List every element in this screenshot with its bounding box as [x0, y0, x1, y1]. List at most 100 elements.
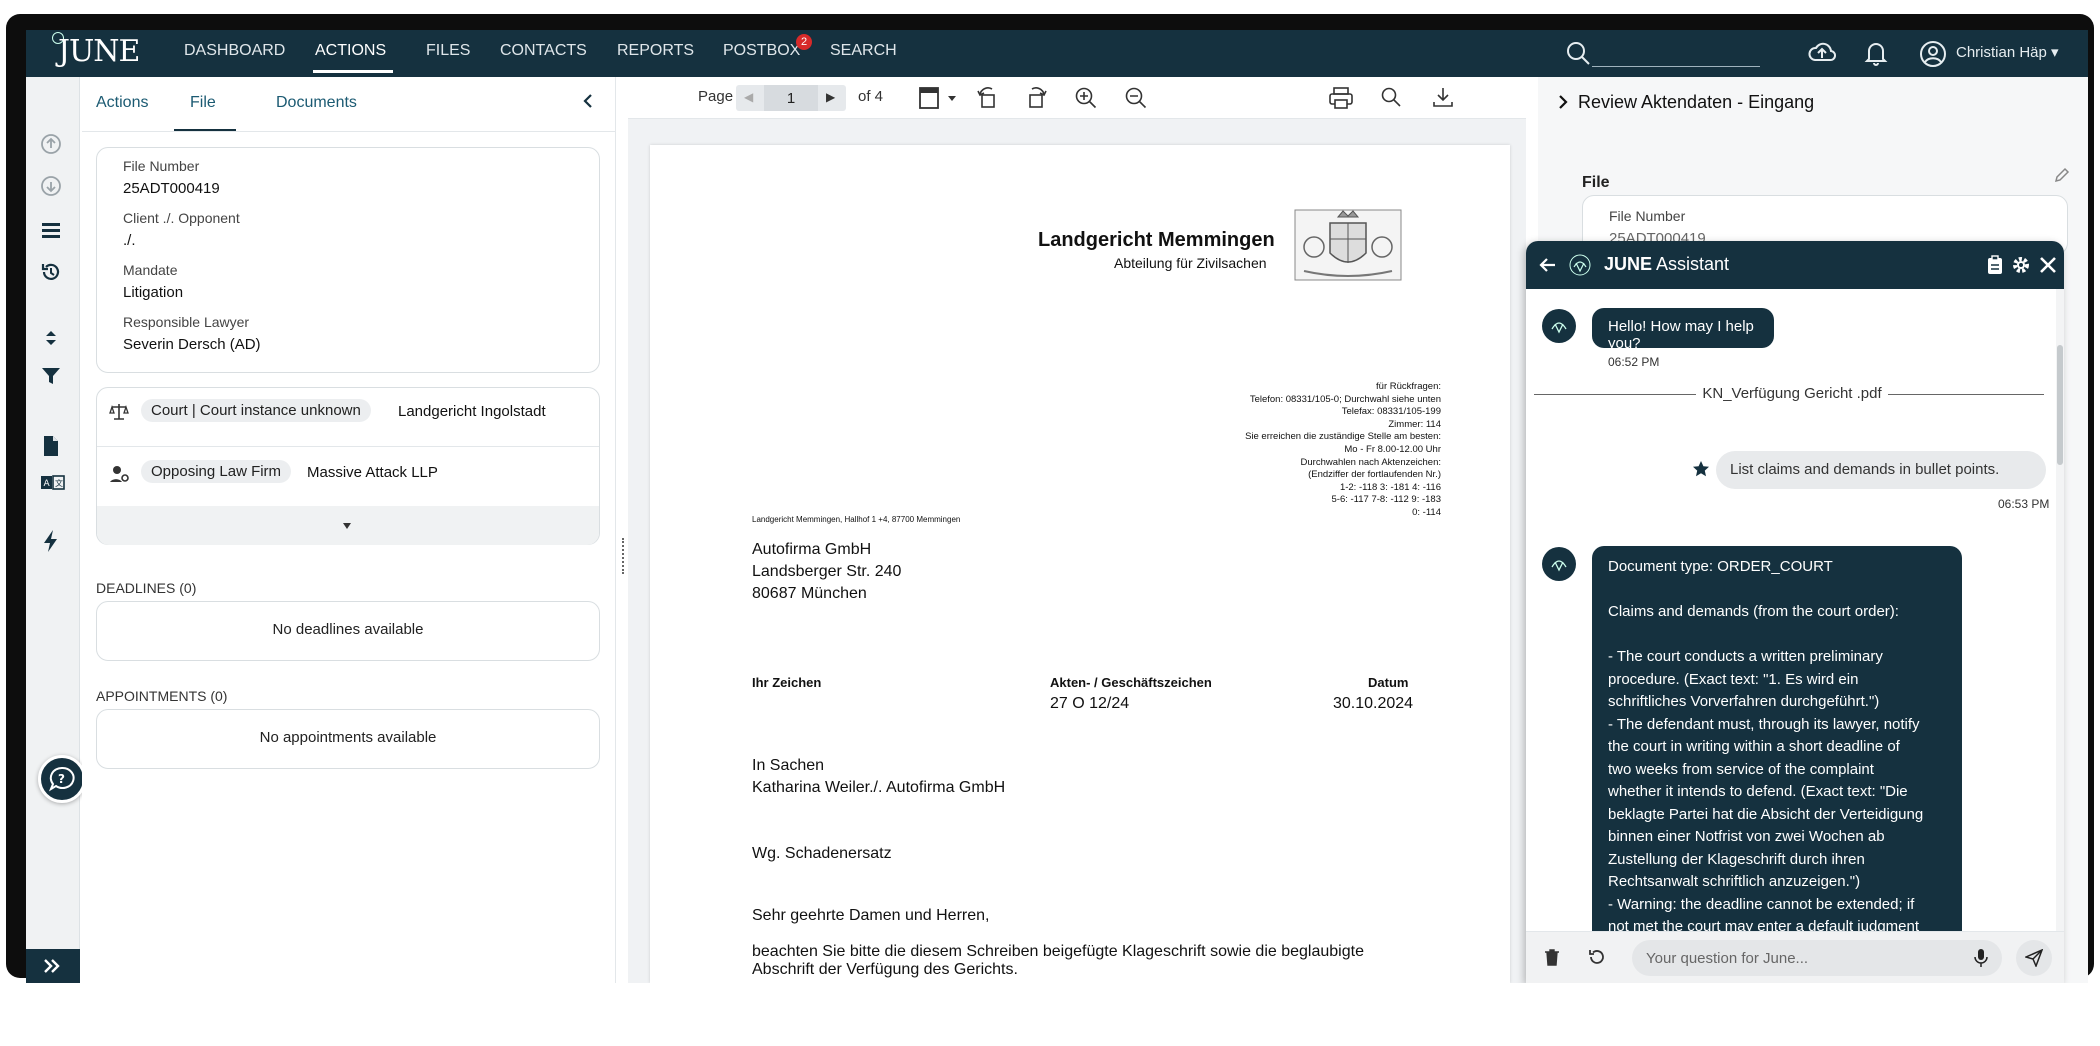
user-menu[interactable]: Christian Häp ▾ [1956, 43, 2059, 61]
message-timestamp: 06:52 PM [1608, 355, 1660, 369]
address-line: 80687 München [752, 585, 867, 602]
double-chevron-right-icon [44, 959, 60, 973]
translate-icon[interactable]: A文 [40, 473, 66, 493]
reset-icon[interactable] [1588, 948, 1606, 966]
nav-postbox[interactable]: POSTBOX [723, 42, 800, 60]
tab-actions[interactable]: Actions [96, 94, 148, 112]
deadlines-empty-text: No deadlines available [272, 621, 424, 638]
user-avatar-icon[interactable] [1919, 40, 1947, 68]
file-number-value: 25ADT000419 [123, 180, 220, 197]
search-document-icon[interactable] [1380, 86, 1402, 108]
appointments-card: No appointments available [96, 709, 600, 769]
zoom-out-icon[interactable] [1124, 86, 1148, 110]
court-value[interactable]: Landgericht Ingolstadt [398, 403, 546, 420]
page-layout-icon[interactable] [918, 86, 958, 110]
file-info-card: File Number 25ADT000419 Client ./. Oppon… [96, 147, 600, 373]
zoom-in-icon[interactable] [1074, 86, 1098, 110]
address-line: Autofirma GmbH [752, 541, 872, 558]
app-logo[interactable]: JUNE [58, 34, 140, 69]
caret-down-icon [343, 523, 351, 529]
microphone-icon[interactable] [1974, 948, 1988, 968]
list-icon[interactable] [40, 219, 62, 241]
edit-pencil-icon[interactable] [2054, 167, 2070, 183]
panel-resize-handle[interactable] [622, 538, 626, 574]
send-icon [2025, 949, 2043, 967]
contact-line: Sie erreichen die zuständige Stelle am b… [1245, 431, 1441, 443]
user-message: List claims and demands in bullet points… [1716, 451, 2046, 489]
cloud-upload-icon[interactable] [1808, 40, 1836, 66]
nav-reports[interactable]: REPORTS [617, 42, 694, 60]
document-icon[interactable] [40, 435, 62, 457]
trash-icon[interactable] [1544, 948, 1560, 966]
opposing-firm-value[interactable]: Massive Attack LLP [307, 464, 438, 481]
left-panel: Actions File Documents File Number 25ADT… [82, 77, 616, 983]
print-icon[interactable] [1328, 86, 1354, 110]
sort-icon[interactable] [40, 327, 62, 349]
arrow-up-circle-icon[interactable] [40, 133, 62, 155]
chat-question-icon: ? [49, 766, 75, 792]
nav-dashboard[interactable]: DASHBOARD [184, 42, 285, 60]
help-chat-button[interactable]: ? [38, 755, 86, 803]
document-viewer: Page ◀ ▶ of 4 [628, 77, 1526, 983]
contact-line: Telefon: 08331/105-0; Durchwahl siehe un… [1249, 393, 1441, 405]
arrow-left-icon[interactable] [1538, 255, 1558, 275]
client-label: Client ./. Opponent [123, 210, 240, 226]
contact-block: für Rückfragen: Telefon: 08331/105-0; Du… [1180, 381, 1441, 520]
active-nav-indicator [313, 70, 393, 73]
download-icon[interactable] [1432, 86, 1454, 108]
history-icon[interactable] [40, 261, 62, 283]
viewer-toolbar: Page ◀ ▶ of 4 [628, 77, 1526, 119]
client-value: ./. [123, 232, 136, 249]
close-icon[interactable] [2038, 255, 2058, 275]
filter-icon[interactable] [40, 365, 62, 387]
tab-documents[interactable]: Documents [276, 94, 357, 112]
chat-scrollbar[interactable] [2056, 289, 2064, 931]
rotate-right-icon[interactable] [1024, 86, 1048, 110]
tab-file[interactable]: File [190, 94, 216, 112]
nav-actions[interactable]: ACTIONS [315, 42, 386, 60]
chevron-right-icon[interactable] [1556, 93, 1570, 111]
clipboard-icon[interactable] [1986, 255, 2004, 275]
assistant-message: Hello! How may I help you? [1592, 308, 1774, 352]
court-name: Landgericht Memmingen [1038, 229, 1275, 251]
nav-search[interactable]: SEARCH [830, 42, 897, 60]
svg-text:?: ? [58, 772, 65, 786]
next-page-icon[interactable]: ▶ [826, 90, 835, 104]
expand-rail-button[interactable] [26, 949, 80, 983]
person-gear-icon [110, 466, 129, 482]
top-search-input[interactable] [1592, 66, 1760, 67]
response-line: beklagte Partei hat die Absicht der Vert… [1608, 805, 1924, 823]
sender-line: Landgericht Memmingen, Hallhof 1 +4, 877… [752, 515, 961, 524]
datum-value: 30.10.2024 [1333, 695, 1414, 712]
expand-parties-button[interactable] [97, 506, 599, 545]
gear-icon[interactable] [2010, 254, 2032, 276]
question-input[interactable] [1632, 940, 2002, 976]
address-line: Landsberger Str. 240 [752, 563, 902, 580]
bell-icon[interactable] [1864, 40, 1888, 66]
send-button[interactable] [2016, 940, 2052, 976]
tabs-divider [82, 131, 615, 132]
chevron-left-icon[interactable] [579, 92, 597, 110]
response-line: Claims and demands (from the court order… [1608, 603, 1899, 620]
file-section-label: File [1582, 174, 1610, 191]
assistant-avatar [1542, 309, 1576, 343]
nav-files[interactable]: FILES [426, 42, 470, 60]
response-line: binnen einer Notfrist von zwei Wochen ab [1608, 828, 1885, 845]
assistant-header: JUNE Assistant [1526, 241, 2064, 289]
row-divider [97, 446, 599, 447]
star-icon[interactable] [1692, 460, 1710, 478]
lawyer-label: Responsible Lawyer [123, 314, 250, 330]
rotate-left-icon[interactable] [976, 86, 1000, 110]
scrollbar-thumb[interactable] [2057, 345, 2063, 465]
lightning-icon[interactable] [40, 529, 62, 553]
nav-contacts[interactable]: CONTACTS [500, 42, 587, 60]
document-page: Landgericht Memmingen Abteilung für Zivi… [650, 145, 1510, 983]
prev-page-icon[interactable]: ◀ [744, 90, 753, 104]
response-line: schriftliches Vorverfahren durchgeführt.… [1608, 693, 1880, 710]
scale-icon [109, 404, 129, 420]
page-number-input[interactable] [764, 85, 818, 111]
search-icon[interactable] [1565, 40, 1591, 66]
device-frame: JUNE DASHBOARD ACTIONS FILES CONTACTS RE… [6, 14, 2094, 983]
arrow-down-circle-icon[interactable] [40, 175, 62, 197]
user-name: Christian Häp [1956, 44, 2047, 61]
